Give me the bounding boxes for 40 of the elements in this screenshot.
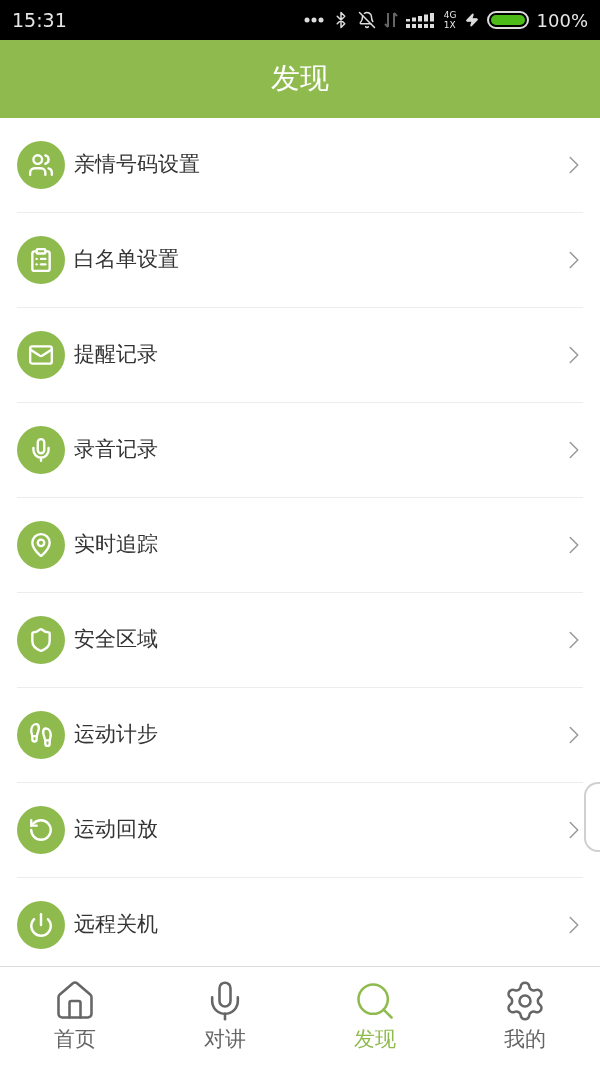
shield-icon <box>17 616 65 664</box>
menu-label: 运动回放 <box>74 816 158 844</box>
clock: 15:31 <box>12 7 67 33</box>
menu-label: 运动计步 <box>74 721 158 749</box>
menu-item[interactable]: 提醒记录 <box>17 308 583 403</box>
menu-label: 提醒记录 <box>74 341 158 369</box>
tab[interactable]: 首页 <box>0 967 150 1067</box>
menu-item[interactable]: 运动回放 <box>17 783 583 878</box>
battery-icon <box>486 11 529 29</box>
network-type: 4G <box>443 10 457 20</box>
replay-icon <box>17 806 65 854</box>
power-icon <box>17 901 65 949</box>
menu-label: 白名单设置 <box>74 246 179 274</box>
envelope-icon <box>17 331 65 379</box>
tab[interactable]: 对讲 <box>150 967 300 1067</box>
location-pin-icon <box>17 521 65 569</box>
network-subtype: 1X <box>443 20 457 30</box>
menu-item[interactable]: 安全区域 <box>17 593 583 688</box>
clipboard-icon <box>17 236 65 284</box>
menu-item[interactable]: 实时追踪 <box>17 498 583 593</box>
menu-item[interactable]: 运动计步 <box>17 688 583 783</box>
mute-icon <box>357 11 376 29</box>
microphone-icon <box>17 426 65 474</box>
signal-icon <box>405 11 436 29</box>
menu-item[interactable]: 录音记录 <box>17 403 583 498</box>
more-dots-icon <box>303 17 324 23</box>
tab[interactable]: 我的 <box>450 967 600 1067</box>
family-icon <box>17 141 65 189</box>
battery-percent: 100% <box>536 8 588 33</box>
menu-label: 远程关机 <box>74 911 158 939</box>
menu-label: 录音记录 <box>74 436 158 464</box>
menu-item[interactable]: 亲情号码设置 <box>17 118 583 213</box>
menu-item[interactable]: 白名单设置 <box>17 213 583 308</box>
menu-label: 亲情号码设置 <box>74 151 200 179</box>
menu-label: 安全区域 <box>74 626 158 654</box>
footprints-icon <box>17 711 65 759</box>
data-arrows-icon <box>383 11 398 29</box>
menu-label: 实时追踪 <box>74 531 158 559</box>
page-title: 发现 <box>271 60 329 98</box>
charging-icon <box>464 13 479 27</box>
